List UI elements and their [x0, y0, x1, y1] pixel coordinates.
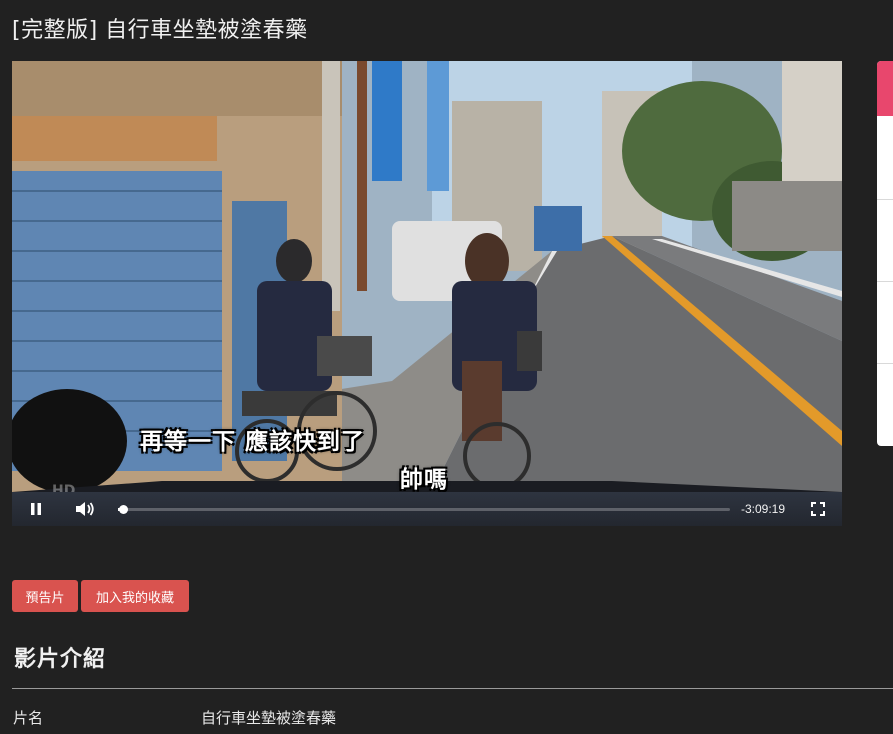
fullscreen-icon	[811, 502, 825, 516]
pause-icon	[31, 503, 41, 515]
side-panel-divider	[877, 281, 893, 282]
progress-bar[interactable]	[118, 505, 730, 514]
subtitle-line-1: 再等一下 應該快到了	[140, 429, 366, 455]
fullscreen-button[interactable]	[806, 492, 830, 526]
side-panel-header	[877, 61, 893, 116]
progress-handle[interactable]	[118, 505, 128, 514]
video-player[interactable]: 再等一下 應該快到了 帥嗎 HD -3:09:19	[12, 61, 842, 526]
section-title: 影片介紹	[14, 647, 107, 672]
trailer-button[interactable]: 預告片	[12, 580, 78, 612]
subtitle-line-2: 帥嗎	[400, 467, 448, 493]
info-label-title: 片名	[13, 709, 44, 727]
pause-button[interactable]	[24, 492, 48, 526]
side-panel	[877, 61, 893, 446]
volume-button[interactable]	[72, 492, 98, 526]
page-title: [完整版] 自行車坐墊被塗春藥	[12, 18, 308, 43]
info-value-title: 自行車坐墊被塗春藥	[201, 709, 337, 727]
side-panel-divider	[877, 363, 893, 364]
divider	[12, 688, 893, 689]
volume-icon	[76, 502, 94, 516]
add-to-favorites-button[interactable]: 加入我的收藏	[81, 580, 189, 612]
time-remaining: -3:09:19	[740, 502, 786, 516]
side-panel-divider	[877, 199, 893, 200]
player-controls: -3:09:19	[12, 492, 842, 526]
